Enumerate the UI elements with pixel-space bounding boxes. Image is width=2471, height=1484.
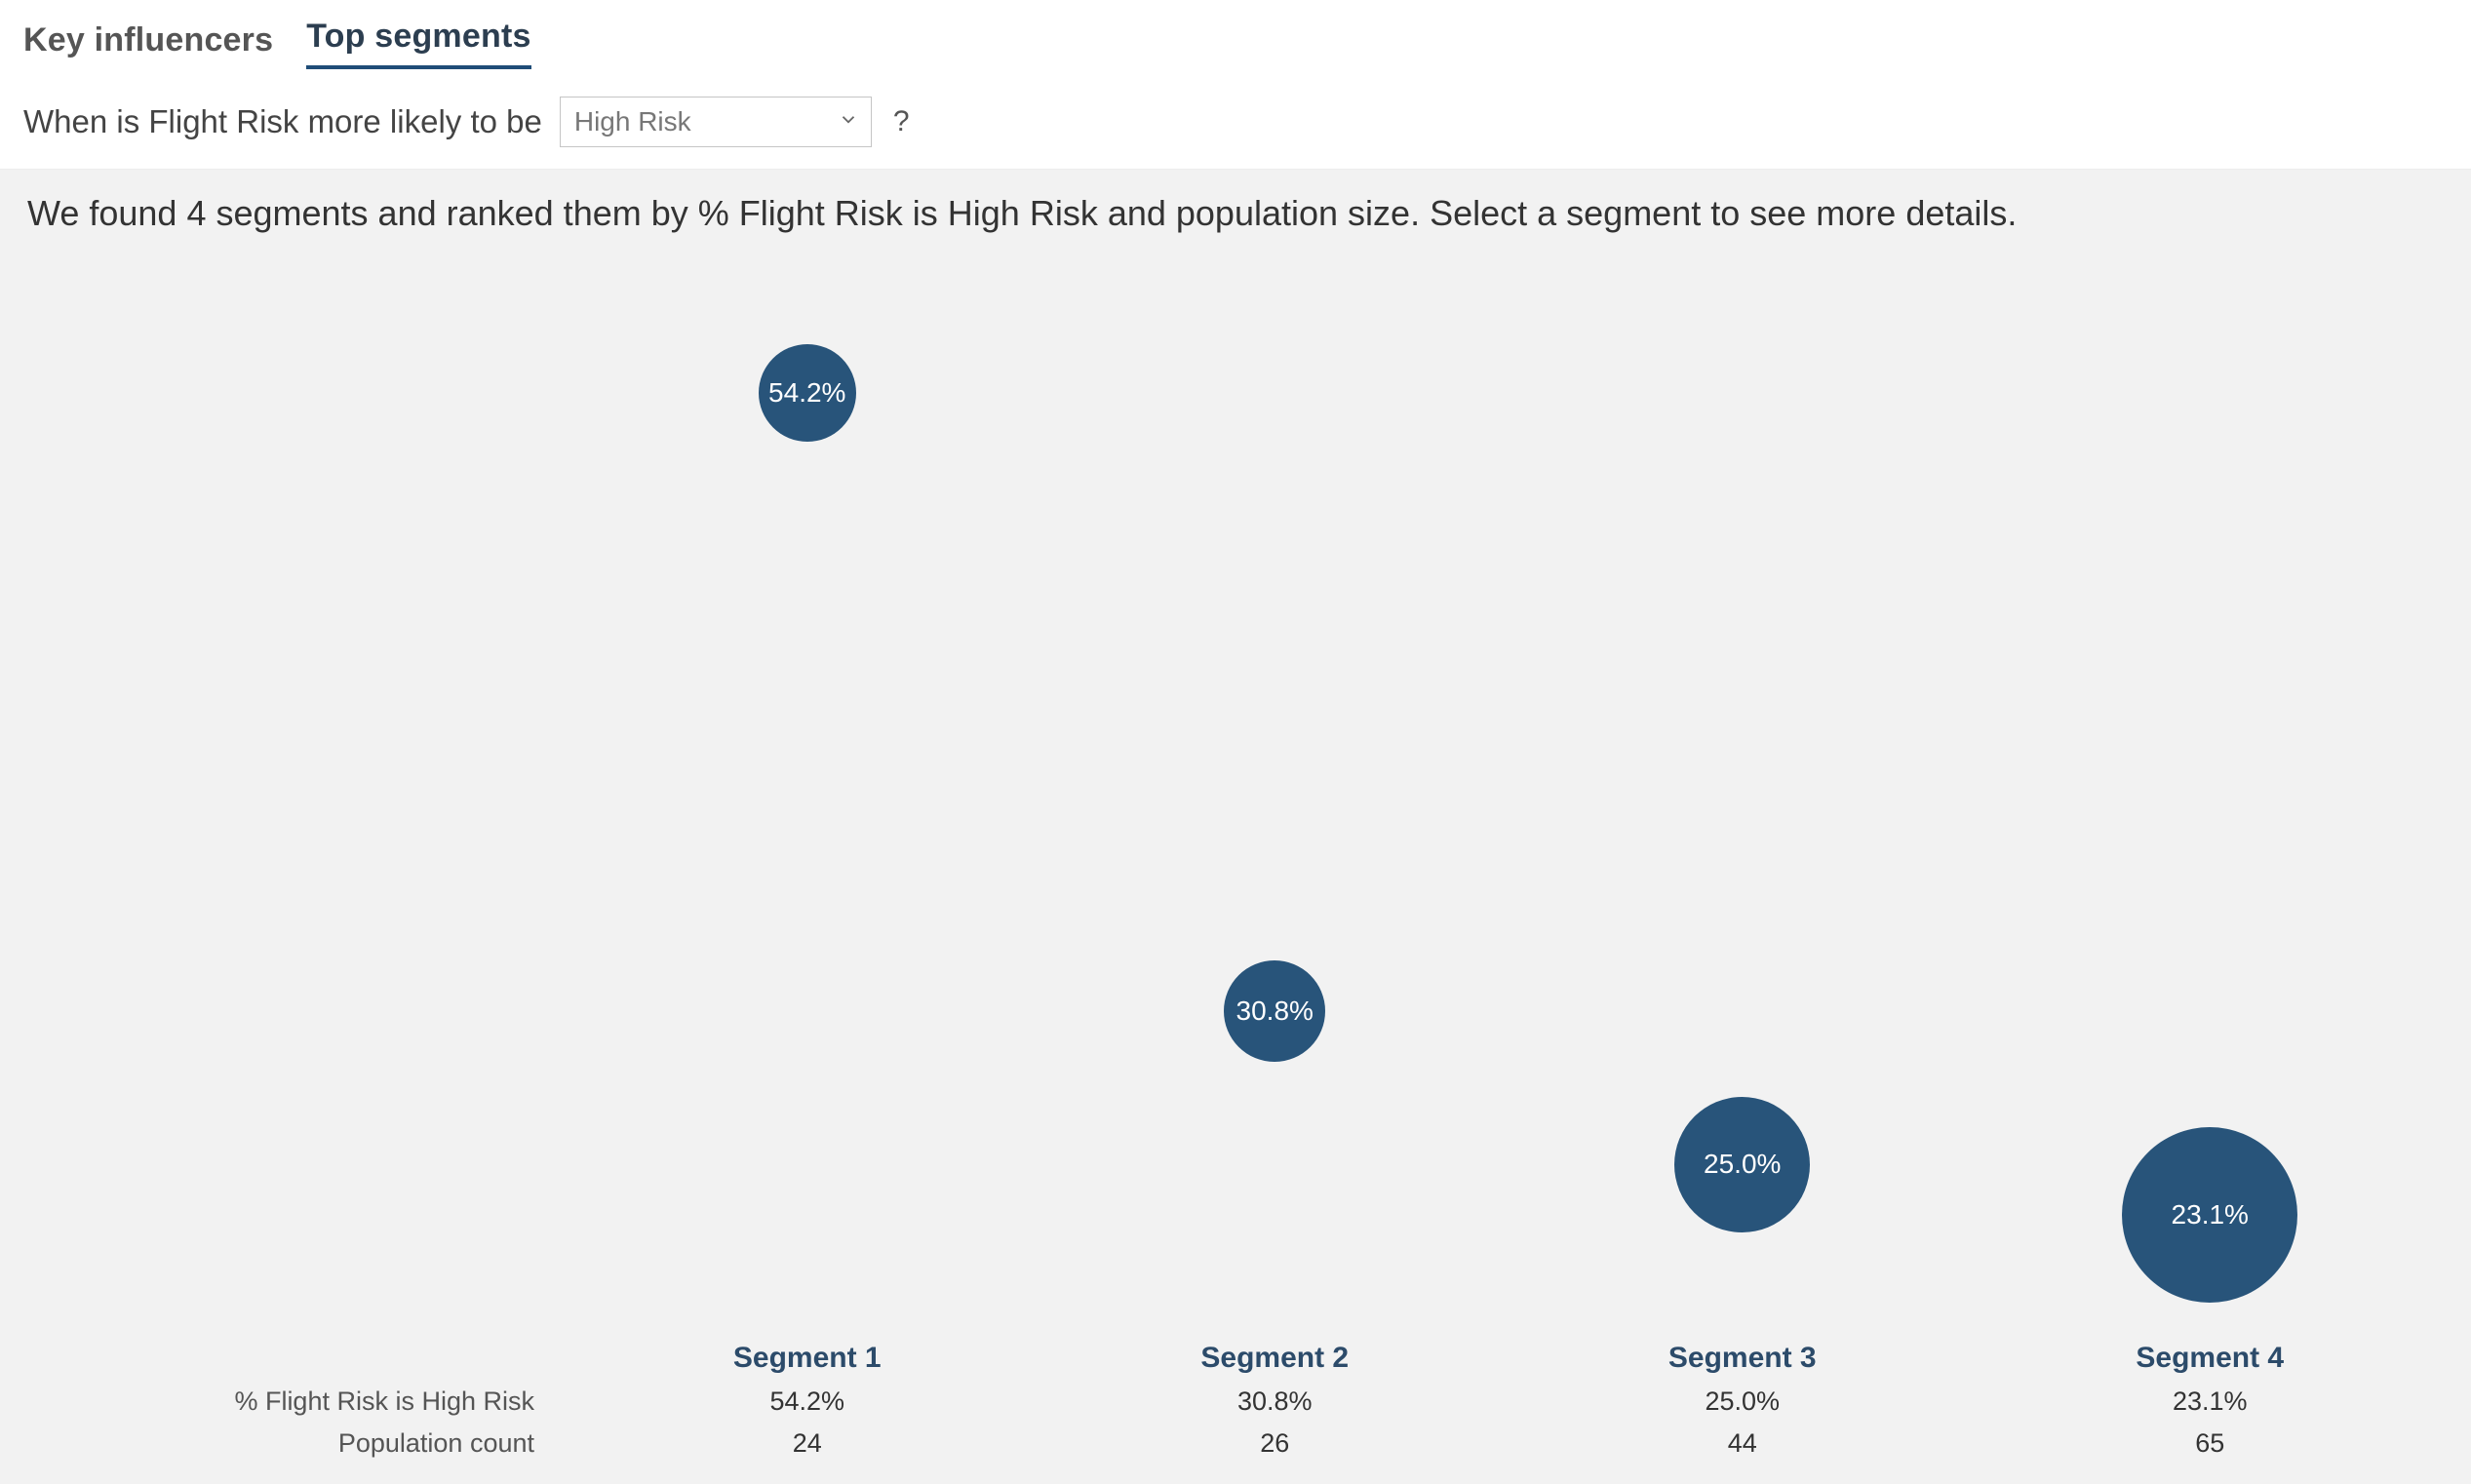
- tab-key-influencers[interactable]: Key influencers: [23, 21, 273, 69]
- segment-pct-value: 25.0%: [1509, 1386, 1977, 1417]
- segment-header[interactable]: Segment 1: [573, 1342, 1041, 1375]
- row-label-pct: % Flight Risk is High Risk: [27, 1386, 573, 1417]
- filter-bar: When is Flight Risk more likely to be Hi…: [0, 69, 2471, 169]
- help-icon[interactable]: ?: [893, 105, 910, 138]
- row-label-pop: Population count: [27, 1428, 573, 1459]
- segments-pop-row: Population count 24 26 44 65: [27, 1423, 2444, 1464]
- key-influencers-visual: Key influencers Top segments When is Fli…: [0, 0, 2471, 1449]
- segment-pct-value: 30.8%: [1041, 1386, 1510, 1417]
- segment-bubble[interactable]: 30.8%: [1224, 960, 1325, 1062]
- segment-pop-value: 44: [1509, 1428, 1977, 1459]
- summary-text: We found 4 segments and ranked them by %…: [27, 193, 2444, 234]
- segment-pop-value: 26: [1041, 1428, 1510, 1459]
- segment-header[interactable]: Segment 3: [1509, 1342, 1977, 1375]
- segments-pct-row: % Flight Risk is High Risk 54.2% 30.8% 2…: [27, 1381, 2444, 1423]
- segment-pop-value: 65: [1977, 1428, 2445, 1459]
- segment-header[interactable]: Segment 2: [1041, 1342, 1510, 1375]
- segment-bubble[interactable]: 54.2%: [759, 344, 856, 442]
- segment-pct-value: 23.1%: [1977, 1386, 2445, 1417]
- dropdown-selected-value: High Risk: [574, 106, 691, 137]
- filter-prefix-text: When is Flight Risk more likely to be: [23, 103, 542, 140]
- tab-top-segments[interactable]: Top segments: [306, 18, 530, 69]
- segments-table: Segment 1 Segment 2 Segment 3 Segment 4 …: [0, 1336, 2471, 1484]
- segment-header[interactable]: Segment 4: [1977, 1342, 2445, 1375]
- segment-bubble[interactable]: 25.0%: [1674, 1097, 1810, 1232]
- segment-pop-value: 24: [573, 1428, 1041, 1459]
- summary-band: We found 4 segments and ranked them by %…: [0, 169, 2471, 234]
- tabs: Key influencers Top segments: [0, 0, 2471, 69]
- segments-bubble-chart: 54.2% 30.8% 25.0% 23.1%: [0, 234, 2471, 1336]
- segment-bubble[interactable]: 23.1%: [2122, 1127, 2297, 1303]
- segments-name-row: Segment 1 Segment 2 Segment 3 Segment 4: [27, 1336, 2444, 1381]
- likelihood-dropdown[interactable]: High Risk: [560, 97, 872, 147]
- segment-pct-value: 54.2%: [573, 1386, 1041, 1417]
- chevron-down-icon: [838, 109, 859, 136]
